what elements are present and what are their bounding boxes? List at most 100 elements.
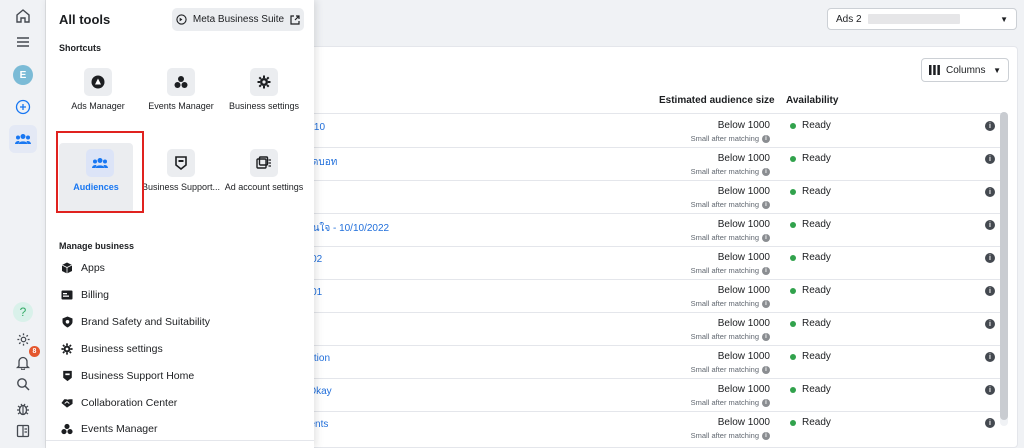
audience-size: Below 1000 xyxy=(717,384,770,395)
menu-item-collaboration-center[interactable]: Collaboration Center xyxy=(61,397,177,409)
row-info-icon[interactable]: i xyxy=(985,121,995,131)
info-icon[interactable]: i xyxy=(762,332,770,341)
account-avatar[interactable]: E xyxy=(12,64,34,86)
info-icon[interactable]: i xyxy=(762,365,770,374)
menu-title: All tools xyxy=(59,12,111,27)
info-icon[interactable]: i xyxy=(762,431,770,440)
avatar-letter: E xyxy=(13,65,33,85)
row-info-icon[interactable]: i xyxy=(985,352,995,362)
size-note-text: Small after matching xyxy=(690,398,759,407)
audience-size: Below 1000 xyxy=(717,219,770,230)
notifications-bell-icon[interactable]: 8 xyxy=(12,346,40,373)
help-icon[interactable]: ? xyxy=(12,301,34,323)
menu-icon[interactable] xyxy=(12,31,34,53)
info-icon[interactable]: i xyxy=(762,299,770,308)
report-panel-icon[interactable] xyxy=(12,420,34,442)
shortcut-label: Ads Manager xyxy=(71,101,125,111)
table-row[interactable]: e Okay Below 1000 Small after matching i … xyxy=(300,378,1000,411)
audience-size: Below 1000 xyxy=(717,318,770,329)
availability-status: Ready xyxy=(790,153,831,164)
table-row[interactable]: motion Below 1000 Small after matching i … xyxy=(300,345,1000,378)
row-info-icon[interactable]: i xyxy=(985,253,995,263)
table-row[interactable]: t 002 Below 1000 Small after matchingi R… xyxy=(300,246,1000,279)
audience-size: Below 1000 xyxy=(717,351,770,362)
size-note-text: Small after matching xyxy=(690,332,759,341)
size-note-text: Small after matching xyxy=(690,167,759,176)
bug-report-icon[interactable] xyxy=(12,397,34,419)
cube-icon xyxy=(61,262,73,274)
events-manager-icon xyxy=(61,423,73,435)
info-icon[interactable]: i xyxy=(762,167,770,176)
shortcut-ad-account-settings[interactable]: Ad account settings xyxy=(223,143,303,213)
row-info-icon[interactable]: i xyxy=(985,418,995,428)
create-icon[interactable] xyxy=(12,96,34,118)
status-dot-icon xyxy=(790,320,796,327)
availability-status: Ready xyxy=(790,417,831,428)
availability-status: Ready xyxy=(790,351,831,362)
table-row[interactable]: ดสนใจ - 10/10/2022 Below 1000 Small afte… xyxy=(300,213,1000,246)
shortcut-events-manager[interactable]: Events Manager xyxy=(140,62,214,132)
support-icon xyxy=(61,370,73,382)
availability-text: Ready xyxy=(802,384,831,395)
row-info-icon[interactable]: i xyxy=(985,220,995,230)
home-icon[interactable] xyxy=(12,5,34,27)
shortcut-label: Events Manager xyxy=(148,101,214,111)
status-dot-icon xyxy=(790,419,796,426)
menu-item-events-manager[interactable]: Events Manager xyxy=(61,423,157,435)
status-dot-icon xyxy=(790,386,796,393)
table-row[interactable]: 31/10 Below 1000 Small after matchingi R… xyxy=(300,114,1000,147)
status-dot-icon xyxy=(790,287,796,294)
all-tools-menu: All tools Meta Business Suite Shortcuts … xyxy=(46,0,314,448)
row-info-icon[interactable]: i xyxy=(985,286,995,296)
shortcut-ads-manager[interactable]: Ads Manager xyxy=(57,62,131,132)
table-row[interactable]: Below 1000 Small after matching i Ready i xyxy=(300,312,1000,345)
menu-item-brand-safety[interactable]: Brand Safety and Suitability xyxy=(61,316,210,328)
menu-item-billing[interactable]: Billing xyxy=(61,289,109,301)
shortcut-business-support[interactable]: Business Support... xyxy=(140,143,220,213)
row-info-icon[interactable]: i xyxy=(985,154,995,164)
status-dot-icon xyxy=(790,188,796,195)
column-header-availability[interactable]: Availability xyxy=(786,95,838,106)
table-scrollbar[interactable] xyxy=(1000,112,1008,420)
menu-item-apps[interactable]: Apps xyxy=(61,262,105,274)
info-icon[interactable]: i xyxy=(762,398,770,407)
table-row[interactable]: t 001 Below 1000 Small after matchingi R… xyxy=(300,279,1000,312)
search-icon[interactable] xyxy=(12,373,34,395)
row-info-icon[interactable]: i xyxy=(985,319,995,329)
meta-business-suite-button[interactable]: Meta Business Suite xyxy=(172,8,304,31)
info-icon[interactable]: i xyxy=(762,266,770,275)
availability-text: Ready xyxy=(802,120,831,131)
ad-account-label: Ads 2 xyxy=(836,13,862,25)
shortcut-label: Business settings xyxy=(228,101,300,111)
menu-item-business-settings[interactable]: Business settings xyxy=(61,343,163,355)
row-info-icon[interactable]: i xyxy=(985,385,995,395)
ad-account-selector[interactable]: Ads 2 ▼ xyxy=(827,8,1017,30)
table-row[interactable]: t Below 1000 Small after matchingi Ready… xyxy=(300,180,1000,213)
audience-size: Below 1000 xyxy=(717,153,770,164)
shortcuts-heading: Shortcuts xyxy=(59,43,102,53)
table-row[interactable]: clients Below 1000 Small after matching i… xyxy=(300,411,1000,444)
info-icon[interactable]: i xyxy=(762,233,770,242)
size-note-text: Small after matching xyxy=(690,266,759,275)
row-info-icon[interactable]: i xyxy=(985,187,995,197)
availability-status: Ready xyxy=(790,186,831,197)
availability-status: Ready xyxy=(790,219,831,230)
handshake-icon xyxy=(61,397,73,409)
chevron-down-icon: ▼ xyxy=(1000,14,1008,24)
menu-item-business-support-home[interactable]: Business Support Home xyxy=(61,370,194,382)
menu-item-label: Apps xyxy=(81,262,105,274)
info-icon[interactable]: i xyxy=(762,134,770,143)
meta-business-suite-icon xyxy=(176,14,187,25)
info-icon[interactable]: i xyxy=(762,200,770,209)
ads-manager-icon xyxy=(84,68,112,96)
columns-button[interactable]: Columns ▼ xyxy=(921,58,1009,82)
notification-count-badge: 8 xyxy=(29,346,40,357)
table-row[interactable]: t ปิดบอท Below 1000 Small after matching… xyxy=(300,147,1000,180)
size-note: Small after matching i xyxy=(691,299,770,308)
availability-status: Ready xyxy=(790,285,831,296)
availability-text: Ready xyxy=(802,351,831,362)
ad-account-icon xyxy=(250,149,278,177)
column-header-size[interactable]: Estimated audience size xyxy=(659,95,775,106)
shortcut-business-settings[interactable]: Business settings xyxy=(223,62,299,132)
audiences-rail-icon[interactable] xyxy=(9,125,37,153)
